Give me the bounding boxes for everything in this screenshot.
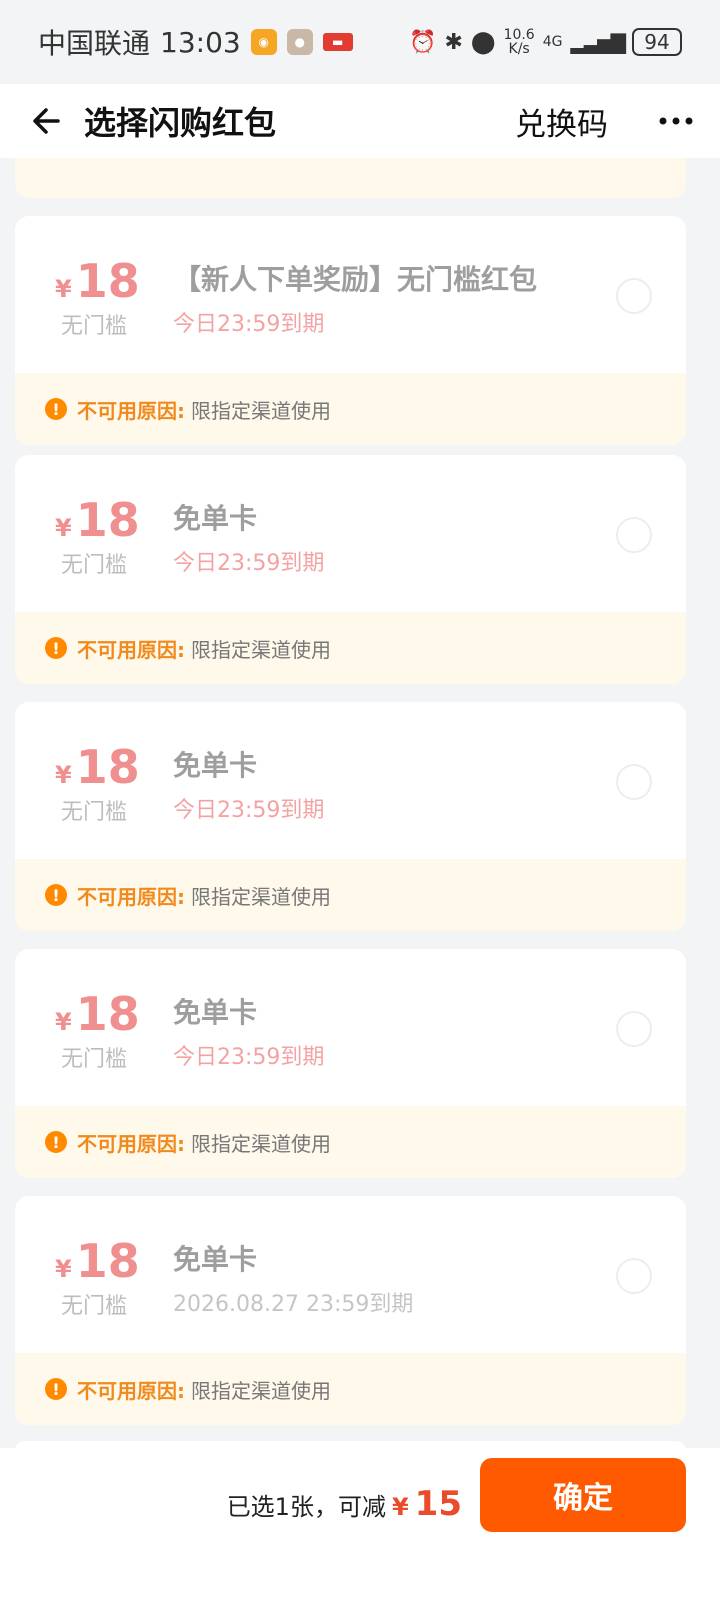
reason-label: 不可用原因: bbox=[77, 398, 185, 423]
page-title: 选择闪购红包 bbox=[84, 104, 277, 142]
reason-text: 限指定渠道使用 bbox=[191, 884, 331, 909]
coupon-card[interactable]: ¥18 无门槛 免单卡 2026.08.27 23:59到期 ! 不可用原因: … bbox=[15, 1196, 686, 1425]
currency-symbol: ¥ bbox=[55, 761, 72, 789]
bottom-bar: 已选1张，可减 ¥ 15 确定 bbox=[0, 1448, 720, 1610]
coupon-name: 免单卡 bbox=[173, 996, 258, 1029]
coupon-main: ¥18 无门槛 免单卡 2026.08.27 23:59到期 bbox=[15, 1196, 686, 1353]
coupon-expiry: 今日23:59到期 bbox=[173, 1045, 325, 1070]
currency-symbol: ¥ bbox=[55, 275, 72, 303]
coupon-main: ¥18 无门槛 免单卡 今日23:59到期 bbox=[15, 455, 686, 612]
coupon-main: ¥18 无门槛 【新人下单奖励】无门槛红包 今日23:59到期 bbox=[15, 216, 686, 373]
coupon-card[interactable]: ¥18 无门槛 免单卡 今日23:59到期 ! 不可用原因: 限指定渠道使用 bbox=[15, 702, 686, 931]
coupon-list[interactable]: ¥18 无门槛 【新人下单奖励】无门槛红包 今日23:59到期 ! 不可用原因:… bbox=[0, 158, 720, 1448]
currency-symbol: ¥ bbox=[55, 1255, 72, 1283]
select-radio[interactable] bbox=[616, 764, 652, 800]
warning-icon: ! bbox=[45, 1378, 67, 1400]
summary-currency: ¥ bbox=[391, 1493, 409, 1521]
reason-label: 不可用原因: bbox=[77, 884, 185, 909]
reason-label: 不可用原因: bbox=[77, 1131, 185, 1156]
news-app-icon: ▬ bbox=[322, 33, 353, 51]
coupon-name: 免单卡 bbox=[173, 1243, 258, 1276]
coupon-card[interactable]: ¥18 无门槛 【新人下单奖励】无门槛红包 今日23:59到期 ! 不可用原因:… bbox=[15, 216, 686, 445]
select-radio[interactable] bbox=[616, 1258, 652, 1294]
coupon-price: ¥18 bbox=[55, 1234, 140, 1288]
coupon-name: 【新人下单奖励】无门槛红包 bbox=[173, 263, 538, 296]
coupon-name: 免单卡 bbox=[173, 502, 258, 535]
currency-symbol: ¥ bbox=[55, 1008, 72, 1036]
coupon-price: ¥18 bbox=[55, 740, 140, 794]
reason-text: 限指定渠道使用 bbox=[191, 637, 331, 662]
status-left: 中国联通 13:03 ◉ ● ▬ bbox=[38, 22, 353, 62]
reason-text: 限指定渠道使用 bbox=[191, 1378, 331, 1403]
network-type: 4G bbox=[542, 34, 563, 50]
coupon-expiry: 今日23:59到期 bbox=[173, 551, 325, 576]
coupon-name: 免单卡 bbox=[173, 749, 258, 782]
coupon-threshold: 无门槛 bbox=[61, 553, 128, 578]
unavailable-reason: ! 不可用原因: 限指定渠道使用 bbox=[15, 859, 686, 931]
coupon-amount: 18 bbox=[75, 254, 140, 308]
back-arrow-icon[interactable] bbox=[24, 99, 68, 143]
coupon-threshold: 无门槛 bbox=[61, 1047, 128, 1072]
top-app-bar: 选择闪购红包 兑换码 bbox=[0, 84, 720, 158]
coupon-price: ¥18 bbox=[55, 254, 140, 308]
reason-label: 不可用原因: bbox=[77, 1378, 185, 1403]
coupon-price: ¥18 bbox=[55, 493, 140, 547]
more-options-icon[interactable] bbox=[656, 101, 696, 141]
app-avatar-icon: ● bbox=[286, 29, 313, 55]
battery-icon: 94 bbox=[632, 28, 682, 56]
reason-label: 不可用原因: bbox=[77, 637, 185, 662]
net-speed-value: 10.6 bbox=[503, 27, 535, 43]
discount-amount: 15 bbox=[414, 1484, 462, 1524]
currency-symbol: ¥ bbox=[55, 514, 72, 542]
warning-icon: ! bbox=[45, 637, 67, 659]
unavailable-reason: ! 不可用原因: 限指定渠道使用 bbox=[15, 1353, 686, 1425]
select-radio[interactable] bbox=[616, 1011, 652, 1047]
status-right: ⏰ ✱ ⬤ 10.6 K/s 4G ▂▃▅▇ 94 bbox=[409, 28, 682, 56]
coupon-amount: 18 bbox=[75, 987, 140, 1041]
summary-text: 已选1张，可减 bbox=[226, 1493, 386, 1521]
weibo-icon: ◉ bbox=[250, 29, 277, 55]
coupon-amount: 18 bbox=[75, 493, 140, 547]
unavailable-reason: ! 不可用原因: 限指定渠道使用 bbox=[15, 373, 686, 445]
reason-text: 限指定渠道使用 bbox=[191, 398, 331, 423]
coupon-main: ¥18 无门槛 免单卡 今日23:59到期 bbox=[15, 949, 686, 1106]
select-radio[interactable] bbox=[616, 278, 652, 314]
warning-icon: ! bbox=[45, 1131, 67, 1153]
signal-icon: ▂▃▅▇ bbox=[570, 30, 626, 54]
alarm-icon: ⏰ bbox=[409, 29, 437, 55]
warning-icon: ! bbox=[45, 884, 67, 906]
coupon-threshold: 无门槛 bbox=[61, 1294, 128, 1319]
unavailable-reason: ! 不可用原因: 限指定渠道使用 bbox=[15, 1106, 686, 1178]
bluetooth-icon: ✱ bbox=[444, 29, 463, 55]
clock: 13:03 bbox=[160, 25, 241, 59]
coupon-amount: 18 bbox=[75, 1234, 140, 1288]
next-card-edge bbox=[15, 1441, 686, 1448]
coupon-main: ¥18 无门槛 免单卡 今日23:59到期 bbox=[15, 702, 686, 859]
coupon-expiry: 今日23:59到期 bbox=[173, 798, 325, 823]
coupon-card[interactable]: ¥18 无门槛 免单卡 今日23:59到期 ! 不可用原因: 限指定渠道使用 bbox=[15, 949, 686, 1178]
carrier-label: 中国联通 bbox=[38, 27, 151, 60]
reason-text: 限指定渠道使用 bbox=[191, 1131, 331, 1156]
warning-icon: ! bbox=[45, 398, 67, 420]
confirm-button[interactable]: 确定 bbox=[480, 1458, 686, 1532]
location-icon: ⬤ bbox=[470, 29, 496, 55]
redeem-code-button[interactable]: 兑换码 bbox=[515, 99, 608, 144]
net-speed-unit: K/s bbox=[508, 41, 530, 57]
select-radio[interactable] bbox=[616, 517, 652, 553]
coupon-amount: 18 bbox=[75, 740, 140, 794]
coupon-threshold: 无门槛 bbox=[61, 800, 128, 825]
net-speed: 10.6 K/s bbox=[504, 28, 535, 56]
coupon-expiry: 今日23:59到期 bbox=[173, 312, 325, 337]
coupon-card[interactable]: ¥18 无门槛 免单卡 今日23:59到期 ! 不可用原因: 限指定渠道使用 bbox=[15, 455, 686, 684]
coupon-price: ¥18 bbox=[55, 987, 140, 1041]
coupon-expiry: 2026.08.27 23:59到期 bbox=[173, 1292, 414, 1317]
coupon-threshold: 无门槛 bbox=[61, 314, 128, 339]
status-bar: 中国联通 13:03 ◉ ● ▬ ⏰ ✱ ⬤ 10.6 K/s 4G ▂▃▅▇ … bbox=[0, 0, 720, 84]
selection-summary: 已选1张，可减 ¥ 15 bbox=[227, 1484, 462, 1524]
unavailable-reason: ! 不可用原因: 限指定渠道使用 bbox=[15, 612, 686, 684]
